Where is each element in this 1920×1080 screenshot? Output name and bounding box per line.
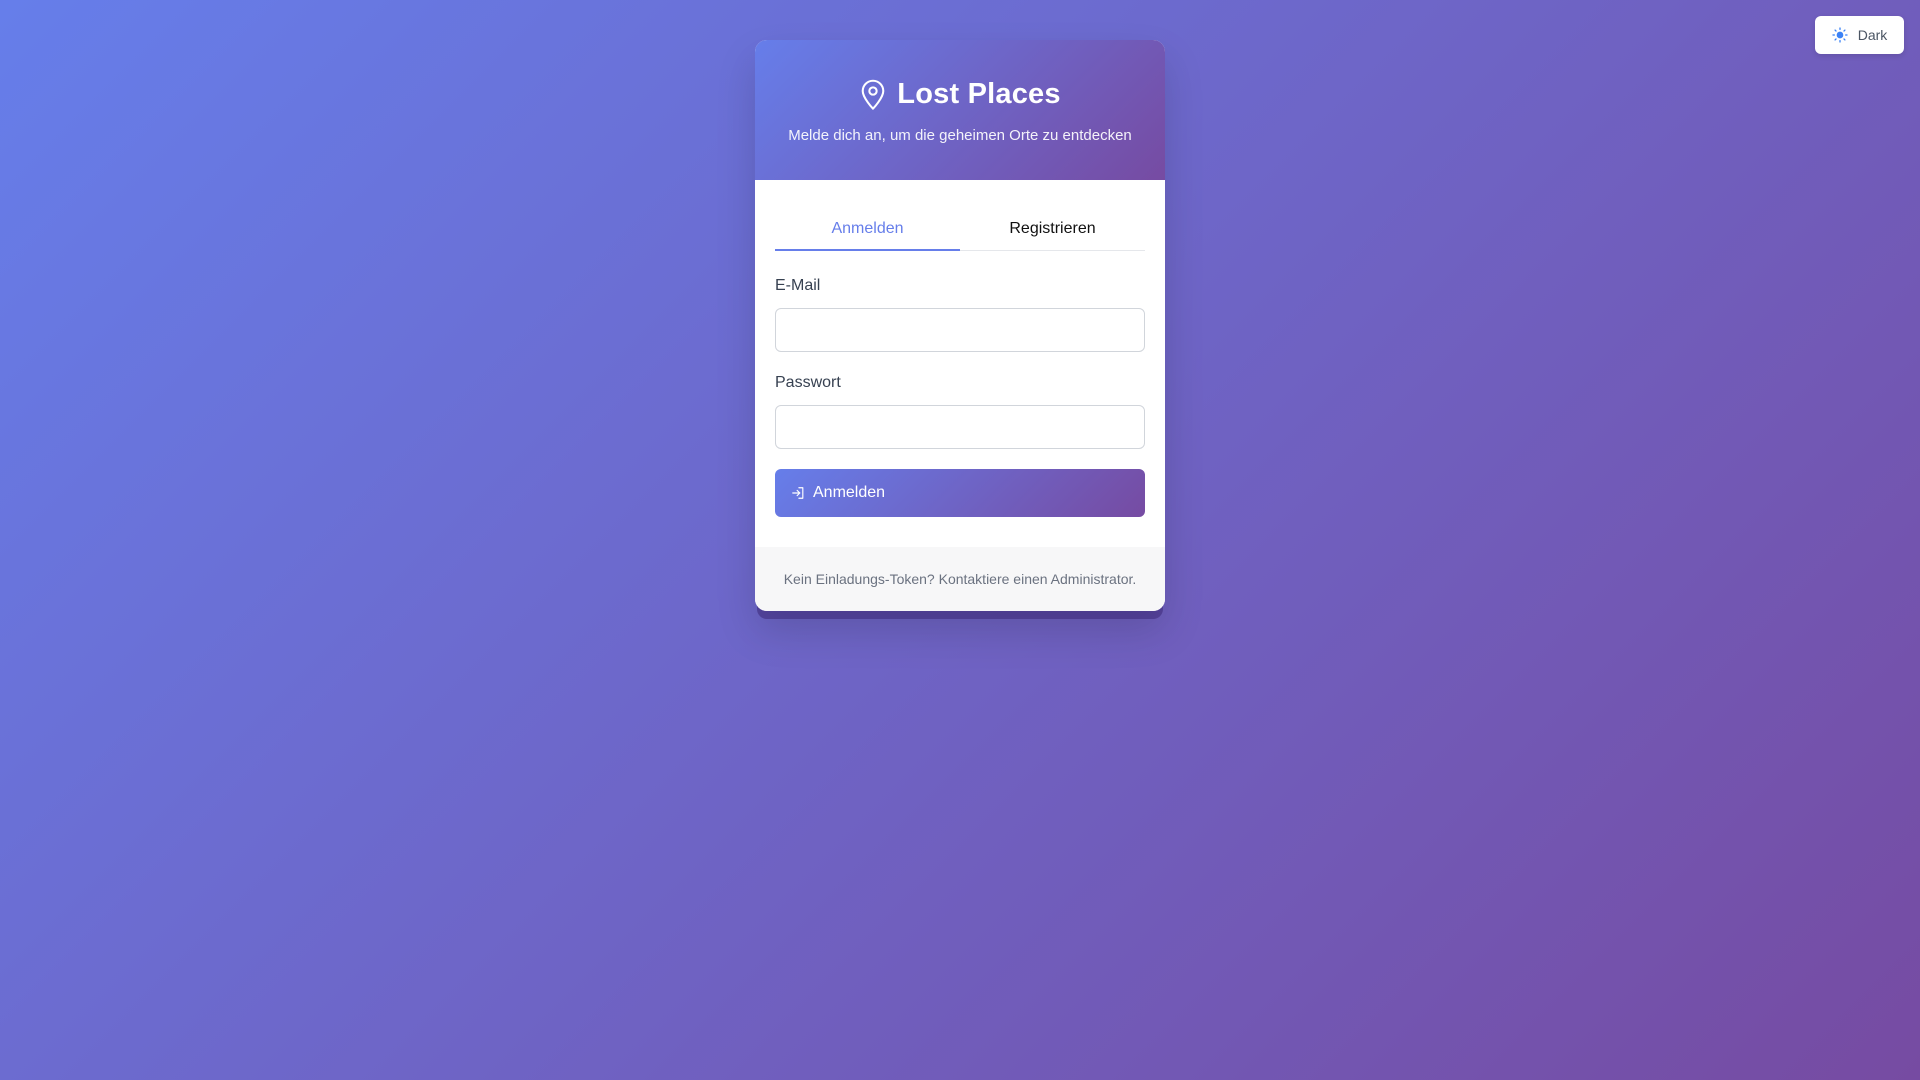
tab-login[interactable]: Anmelden — [775, 208, 960, 251]
sun-icon — [1832, 27, 1848, 43]
login-card: Lost Places Melde dich an, um die geheim… — [755, 40, 1165, 611]
password-label: Passwort — [775, 374, 841, 391]
app-title: Lost Places — [897, 78, 1061, 110]
login-button[interactable]: Anmelden — [775, 469, 1145, 517]
password-input[interactable] — [775, 405, 1145, 449]
theme-toggle-button[interactable]: Dark — [1815, 16, 1904, 54]
tab-register[interactable]: Registrieren — [960, 208, 1145, 250]
login-icon — [792, 487, 804, 499]
card-body: Anmelden Registrieren E-Mail Passwort An… — [755, 180, 1165, 547]
theme-toggle-label: Dark — [1857, 27, 1888, 43]
auth-tabs: Anmelden Registrieren — [775, 208, 1145, 251]
app-subtitle: Melde dich an, um die geheimen Orte zu e… — [788, 127, 1132, 144]
email-input[interactable] — [775, 308, 1145, 352]
map-pin-icon — [861, 79, 885, 110]
email-label: E-Mail — [775, 277, 821, 294]
card-header: Lost Places Melde dich an, um die geheim… — [755, 40, 1165, 180]
login-button-label: Anmelden — [813, 484, 886, 501]
email-field-group: E-Mail — [775, 277, 1145, 352]
footer-text: Kein Einladungs-Token? Kontaktiere einen… — [783, 571, 1137, 587]
card-footer: Kein Einladungs-Token? Kontaktiere einen… — [755, 547, 1165, 611]
brand: Lost Places — [859, 78, 1060, 111]
password-field-group: Passwort — [775, 374, 1145, 449]
